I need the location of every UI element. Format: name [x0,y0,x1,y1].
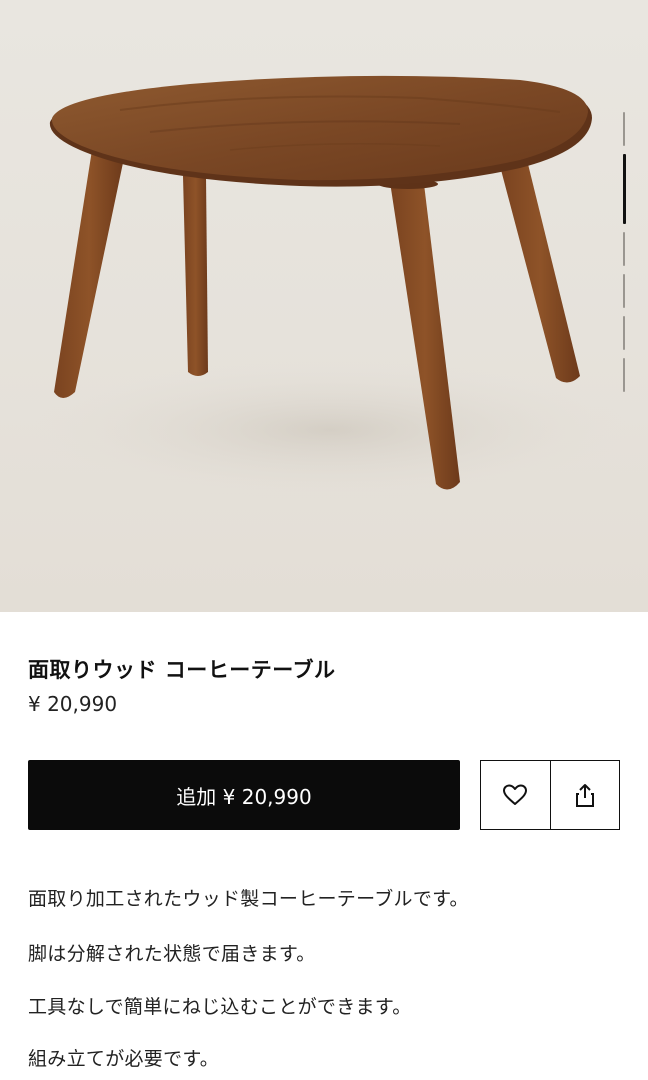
action-buttons [480,760,620,830]
description-line: 脚は分解された状態で届きます。 [28,943,316,965]
pager-segment[interactable] [623,358,625,392]
product-image[interactable] [0,0,648,612]
product-title: 面取りウッド コーヒーテーブル [28,658,336,682]
description-line: 組み立てが必要です。 [28,1048,220,1070]
pager-segment[interactable] [623,112,625,146]
coffee-table-illustration [30,75,630,500]
description-line: 面取り加工されたウッド製コーヒーテーブルです。 [28,888,469,910]
pager-segment[interactable] [623,232,625,266]
heart-icon [503,784,528,805]
add-to-cart-button[interactable]: 追加 ¥ 20,990 [28,760,460,830]
pager-segment[interactable] [623,274,625,308]
gallery-pager[interactable] [621,112,627,392]
pager-segment-active[interactable] [622,154,626,224]
product-price: ¥ 20,990 [28,692,118,716]
pager-segment[interactable] [623,316,625,350]
favorite-button[interactable] [481,761,550,829]
share-icon [575,784,594,807]
description-line: 工具なしで簡単にねじ込むことができます。 [28,996,412,1018]
share-button[interactable] [549,761,620,829]
